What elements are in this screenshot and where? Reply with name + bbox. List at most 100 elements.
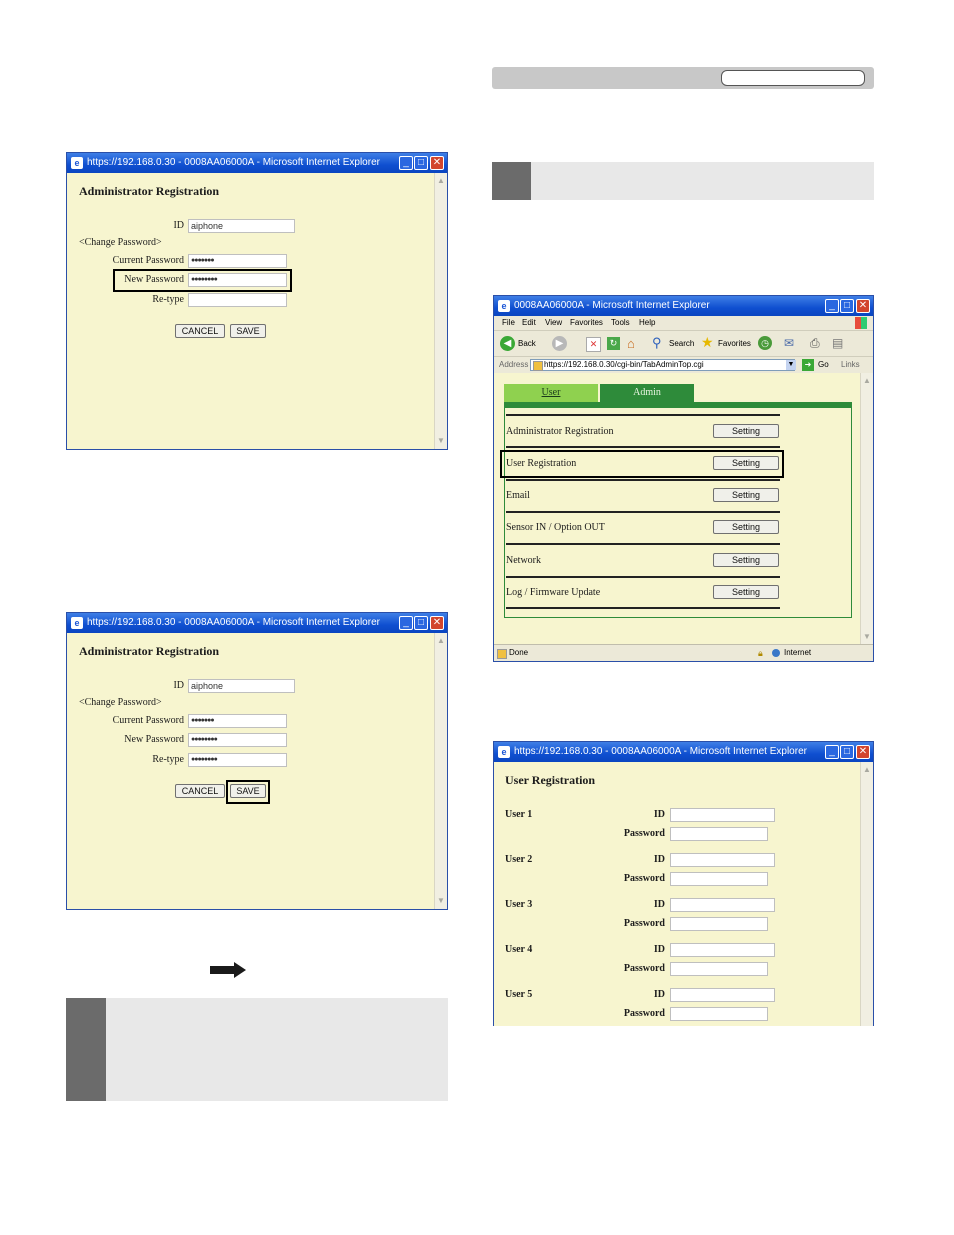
current-password-field[interactable]: ●●●●●●● [188, 254, 287, 268]
user-3-password-field[interactable] [670, 917, 768, 931]
setting-button-network[interactable]: Setting [713, 553, 779, 567]
menu-file[interactable]: File [502, 316, 515, 330]
back-icon[interactable]: ◀ [500, 336, 515, 351]
links-label[interactable]: Links [841, 357, 860, 373]
section-header-pill [721, 70, 865, 86]
maximize-icon[interactable]: □ [414, 616, 428, 630]
ie-icon: e [498, 746, 510, 758]
row-label-log-firmware: Log / Firmware Update [506, 587, 601, 598]
close-icon[interactable]: ✕ [430, 156, 444, 170]
toolbar: ◀ Back ▶ ✕ ↻ ⌂ ⚲ Search ★ Favorites ◷ ✉ … [494, 330, 873, 357]
maximize-icon[interactable]: □ [414, 156, 428, 170]
user-2-password-field[interactable] [670, 872, 768, 886]
print-icon[interactable]: ⎙ [810, 336, 820, 351]
tab-user[interactable]: User [504, 384, 598, 402]
new-password-field[interactable]: ●●●●●●●● [188, 733, 287, 747]
menu-edit[interactable]: Edit [522, 316, 536, 330]
arrow-right-icon [210, 962, 246, 983]
scroll-down-icon[interactable]: ▼ [435, 435, 447, 447]
user-3-id-field[interactable] [670, 898, 775, 912]
window-titlebar: e https://192.168.0.30 - 0008AA06000A - M… [67, 613, 447, 633]
scroll-up-icon[interactable]: ▲ [435, 175, 447, 187]
setting-button-sensor[interactable]: Setting [713, 520, 779, 534]
page-title: User Registration [505, 773, 596, 787]
go-icon[interactable]: ➜ [802, 359, 814, 371]
address-dropdown-icon[interactable]: ▼ [786, 360, 796, 370]
vertical-scrollbar[interactable]: ▲ ▼ [860, 373, 873, 645]
window-titlebar: e https://192.168.0.30 - 0008AA06000A - M… [67, 153, 447, 173]
mail-icon[interactable]: ✉ [784, 336, 794, 350]
scroll-down-icon[interactable]: ▼ [861, 631, 873, 643]
menu-view[interactable]: View [545, 316, 562, 330]
menu-favorites[interactable]: Favorites [570, 316, 603, 330]
setting-button-log[interactable]: Setting [713, 585, 779, 599]
scroll-up-icon[interactable]: ▲ [861, 764, 873, 776]
retype-field[interactable] [188, 293, 287, 307]
address-field[interactable]: https://192.168.0.30/cgi-bin/TabAdminTop… [530, 359, 795, 371]
close-icon[interactable]: ✕ [856, 745, 870, 759]
favorites-icon[interactable]: ★ [701, 334, 714, 351]
go-label[interactable]: Go [818, 357, 829, 373]
maximize-icon[interactable]: □ [840, 299, 854, 313]
new-password-label: New Password [124, 734, 184, 745]
tab-admin[interactable]: Admin [600, 384, 694, 402]
vertical-scrollbar[interactable]: ▲ ▼ [434, 173, 447, 449]
maximize-icon[interactable]: □ [840, 745, 854, 759]
forward-icon[interactable]: ▶ [552, 336, 567, 351]
setting-button-email[interactable]: Setting [713, 488, 779, 502]
favorites-label[interactable]: Favorites [718, 339, 751, 348]
user-1-label: User 1 [505, 809, 533, 820]
browser-window: e 0008AA06000A - Microsoft Internet Explo… [493, 295, 874, 662]
user-4-password-field[interactable] [670, 962, 768, 976]
stop-icon[interactable]: ✕ [586, 337, 601, 352]
page-title: Administrator Registration [79, 644, 220, 658]
search-icon[interactable]: ⚲ [652, 335, 662, 351]
row-divider [506, 414, 780, 416]
user-5-password-label: Password [623, 1008, 665, 1019]
back-label[interactable]: Back [518, 339, 536, 348]
retype-field[interactable]: ●●●●●●●● [188, 753, 287, 767]
user-4-id-field[interactable] [670, 943, 775, 957]
scroll-down-icon[interactable]: ▼ [435, 895, 447, 907]
minimize-icon[interactable]: _ [825, 745, 839, 759]
close-icon[interactable]: ✕ [430, 616, 444, 630]
user-1-id-field[interactable] [670, 808, 775, 822]
current-password-field[interactable]: ●●●●●●● [188, 714, 287, 728]
cancel-button[interactable]: CANCEL [175, 324, 225, 338]
vertical-scrollbar[interactable]: ▲ [860, 762, 873, 1026]
user-5-id-label: ID [653, 989, 665, 1000]
history-icon[interactable]: ◷ [758, 336, 772, 350]
user-4-id-label: ID [653, 944, 665, 955]
cancel-button[interactable]: CANCEL [175, 784, 225, 798]
close-icon[interactable]: ✕ [856, 299, 870, 313]
address-label: Address [499, 360, 529, 369]
home-icon[interactable]: ⌂ [627, 336, 635, 351]
user-5-password-field[interactable] [670, 1007, 768, 1021]
setting-button-administrator[interactable]: Setting [713, 424, 779, 438]
scroll-up-icon[interactable]: ▲ [861, 375, 873, 387]
user-4-label: User 4 [505, 944, 533, 955]
user-3-id-label: ID [653, 899, 665, 910]
ie-icon: e [498, 300, 510, 312]
id-field[interactable]: aiphone [188, 219, 295, 233]
save-button[interactable]: SAVE [230, 324, 266, 338]
address-bar: Address https://192.168.0.30/cgi-bin/Tab… [494, 356, 873, 373]
user-4-password-label: Password [623, 963, 665, 974]
id-field[interactable]: aiphone [188, 679, 295, 693]
user-2-id-field[interactable] [670, 853, 775, 867]
id-label: ID [173, 220, 184, 231]
menu-help[interactable]: Help [639, 316, 655, 330]
scroll-up-icon[interactable]: ▲ [435, 635, 447, 647]
minimize-icon[interactable]: _ [825, 299, 839, 313]
vertical-scrollbar[interactable]: ▲ ▼ [434, 633, 447, 909]
page-title: Administrator Registration [79, 184, 220, 198]
refresh-icon[interactable]: ↻ [607, 337, 620, 350]
user-1-password-field[interactable] [670, 827, 768, 841]
row-label-network: Network [506, 555, 541, 566]
menu-tools[interactable]: Tools [611, 316, 630, 330]
minimize-icon[interactable]: _ [399, 156, 413, 170]
edit-icon[interactable]: ▤ [832, 336, 843, 350]
minimize-icon[interactable]: _ [399, 616, 413, 630]
search-label[interactable]: Search [669, 339, 694, 348]
user-5-id-field[interactable] [670, 988, 775, 1002]
